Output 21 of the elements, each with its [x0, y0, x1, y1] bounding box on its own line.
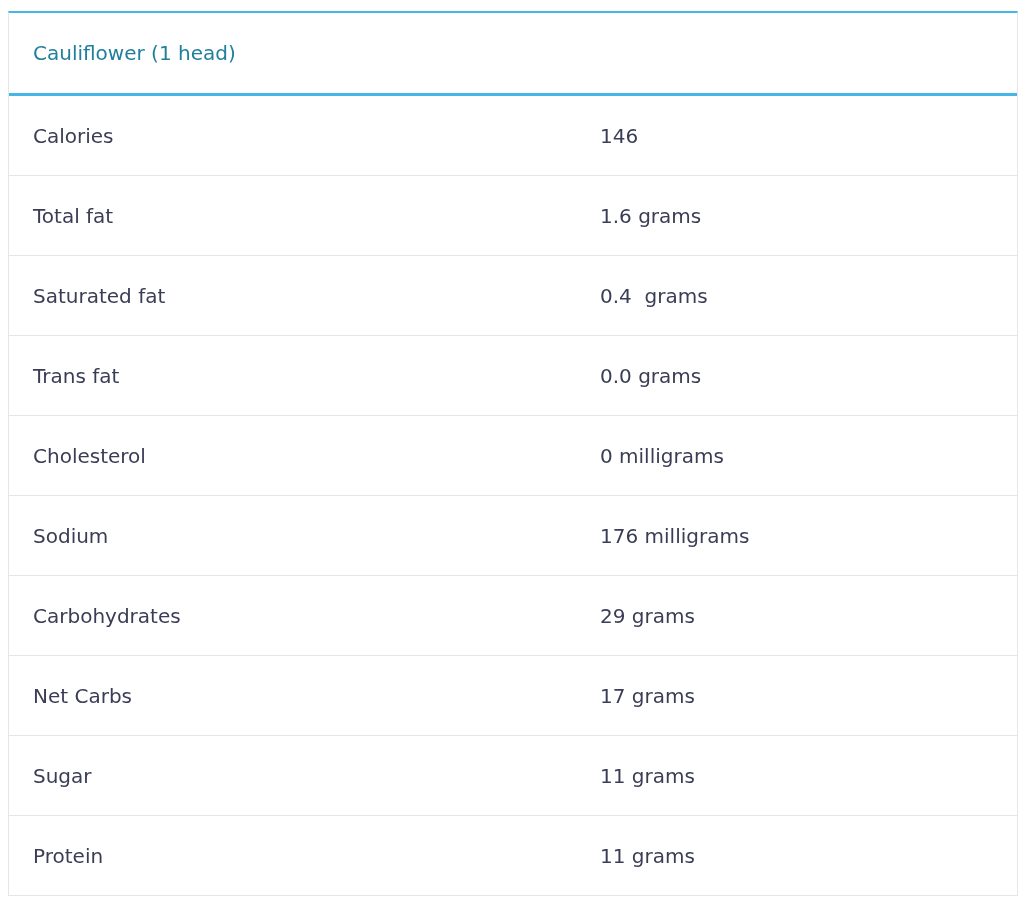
table-cell-text: Carbohydrates: [32, 603, 182, 628]
table-cell-text: Saturated fat: [32, 283, 167, 308]
table-title: Cauliflower (1 head): [33, 41, 236, 65]
table-cell: 11 grams: [600, 763, 695, 788]
table-cell: 176 milligrams: [600, 523, 750, 548]
table-cell: 29 grams: [600, 603, 695, 628]
table-cell: 11 grams: [600, 843, 695, 868]
table-cell-text: Protein: [32, 843, 105, 868]
table-cell: 17 grams: [600, 683, 695, 708]
table-cell: 0.0 grams: [600, 363, 702, 388]
table-cell-text: Trans fat: [32, 363, 121, 388]
table-cell-text: Total fat: [32, 203, 115, 228]
table-cell-text: Calories: [32, 123, 115, 148]
table-cell-text: Sugar: [32, 763, 93, 788]
table-cell-text: Sodium: [32, 523, 110, 548]
table-cell: 1.6 grams: [600, 203, 702, 228]
table-cell: 0.4 grams: [600, 283, 708, 308]
table-cell-text: Net Carbs: [32, 683, 134, 708]
table-cell: 0 milligrams: [600, 443, 724, 468]
table-cell: 146: [600, 123, 639, 148]
table-cell-text: Cholesterol: [32, 443, 147, 468]
